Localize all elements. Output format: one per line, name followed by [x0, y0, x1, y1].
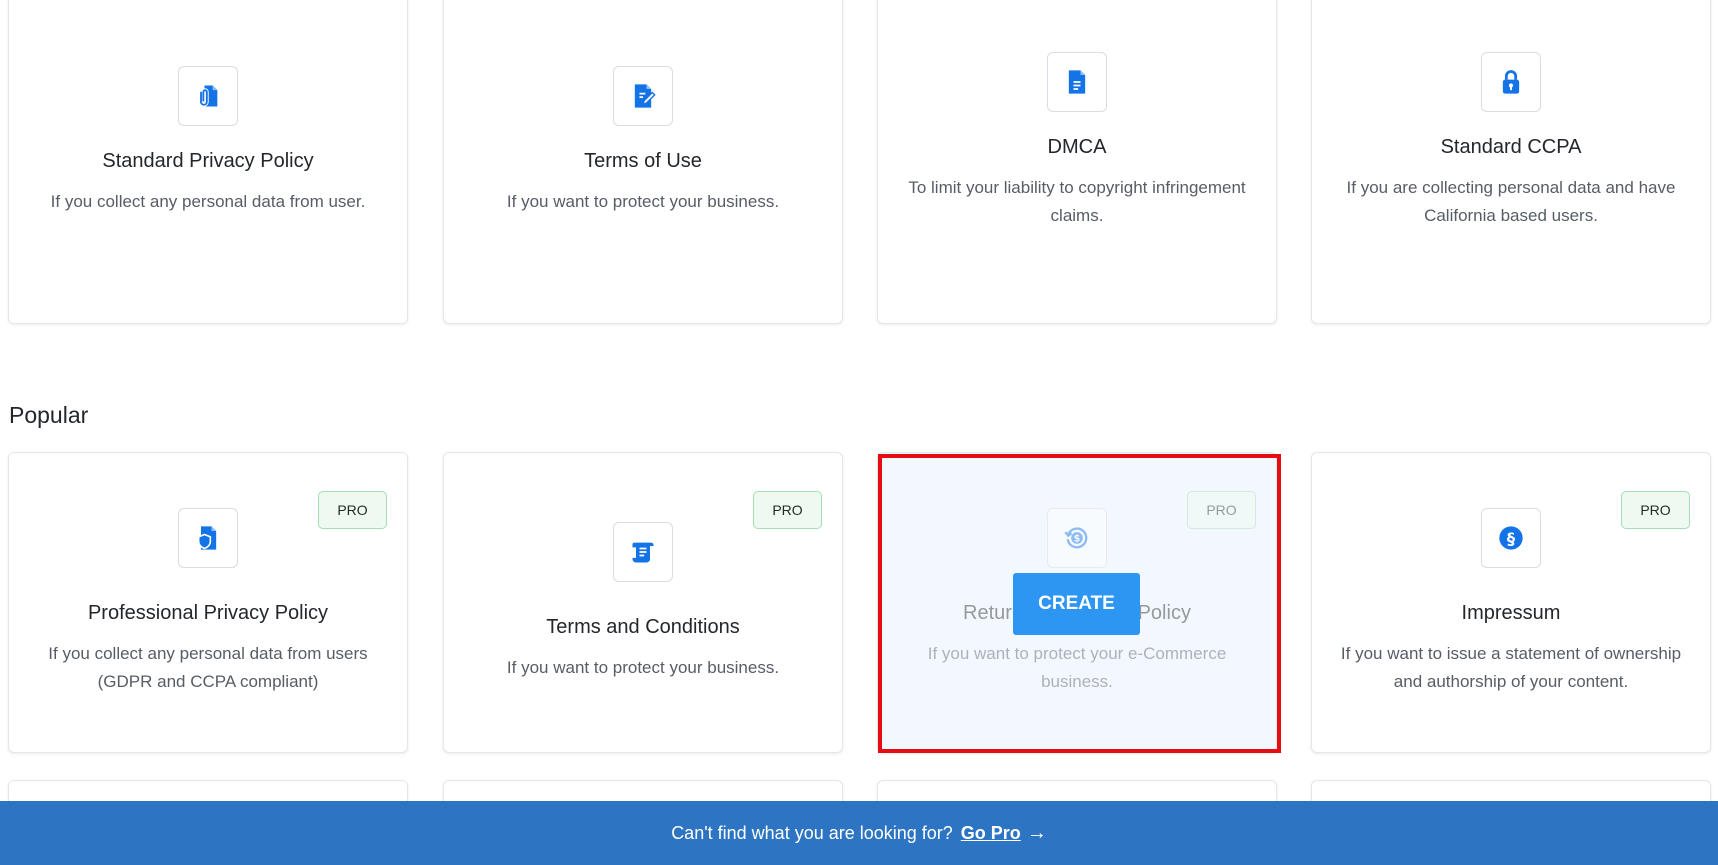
- arrow-right-icon[interactable]: →: [1027, 822, 1047, 845]
- lock-icon: [1481, 52, 1541, 112]
- card-professional-privacy-policy[interactable]: PRO Professional Privacy Policy If you c…: [8, 452, 408, 753]
- card-title: Professional Privacy Policy: [87, 602, 329, 624]
- svg-text:$: $: [1074, 534, 1081, 545]
- document-edit-icon: [613, 66, 673, 126]
- pro-badge: PRO: [318, 491, 387, 529]
- document-text-icon: [1047, 52, 1107, 112]
- card-title: Terms and Conditions: [546, 616, 740, 638]
- card-return-and-refund-policy[interactable]: PRO $ Return and Refund Policy If you wa…: [877, 452, 1277, 753]
- card-description: If you want to protect your e-Commerce b…: [927, 644, 1227, 691]
- card-impressum[interactable]: PRO § Impressum If you want to issue a s…: [1311, 452, 1711, 753]
- card-standard-ccpa[interactable]: Standard CCPA If you are collecting pers…: [1311, 0, 1711, 324]
- card-description: If you collect any personal data from us…: [48, 644, 368, 691]
- card-terms-of-use[interactable]: Terms of Use If you want to protect your…: [443, 0, 843, 324]
- card-description: If you are collecting personal data and …: [1346, 178, 1676, 225]
- card-title: Standard Privacy Policy: [102, 150, 314, 172]
- pro-badge: PRO: [1621, 491, 1690, 529]
- svg-text:§: §: [1507, 529, 1516, 548]
- card-description: If you collect any personal data from us…: [50, 192, 366, 211]
- card-description: If you want to issue a statement of owne…: [1340, 644, 1682, 691]
- card-title: Terms of Use: [584, 150, 702, 172]
- card-dmca[interactable]: DMCA To limit your liability to copyrigh…: [877, 0, 1277, 324]
- card-title: Standard CCPA: [1440, 136, 1582, 158]
- card-description: If you want to protect your business.: [506, 658, 780, 677]
- card-description: If you want to protect your business.: [506, 192, 780, 211]
- card-title: Impressum: [1461, 602, 1561, 624]
- card-description: To limit your liability to copyright inf…: [908, 178, 1246, 225]
- footer-text: Can't find what you are looking for?: [671, 822, 953, 843]
- create-button[interactable]: CREATE: [1013, 573, 1140, 635]
- card-terms-and-conditions[interactable]: PRO Terms and Conditions If you want to …: [443, 452, 843, 753]
- refund-dollar-icon: $: [1047, 508, 1107, 568]
- pro-badge: PRO: [753, 491, 822, 529]
- document-shield-icon: [178, 508, 238, 568]
- section-heading-popular: Popular: [9, 402, 89, 428]
- document-clip-icon: [178, 66, 238, 126]
- footer-banner: Can't find what you are looking for? Go …: [0, 801, 1718, 865]
- card-title: DMCA: [1047, 136, 1107, 158]
- pro-badge: PRO: [1187, 491, 1256, 529]
- section-sign-icon: §: [1481, 508, 1541, 568]
- card-standard-privacy-policy[interactable]: Standard Privacy Policy If you collect a…: [8, 0, 408, 324]
- scroll-icon: [613, 522, 673, 582]
- go-pro-link[interactable]: Go Pro: [961, 823, 1021, 844]
